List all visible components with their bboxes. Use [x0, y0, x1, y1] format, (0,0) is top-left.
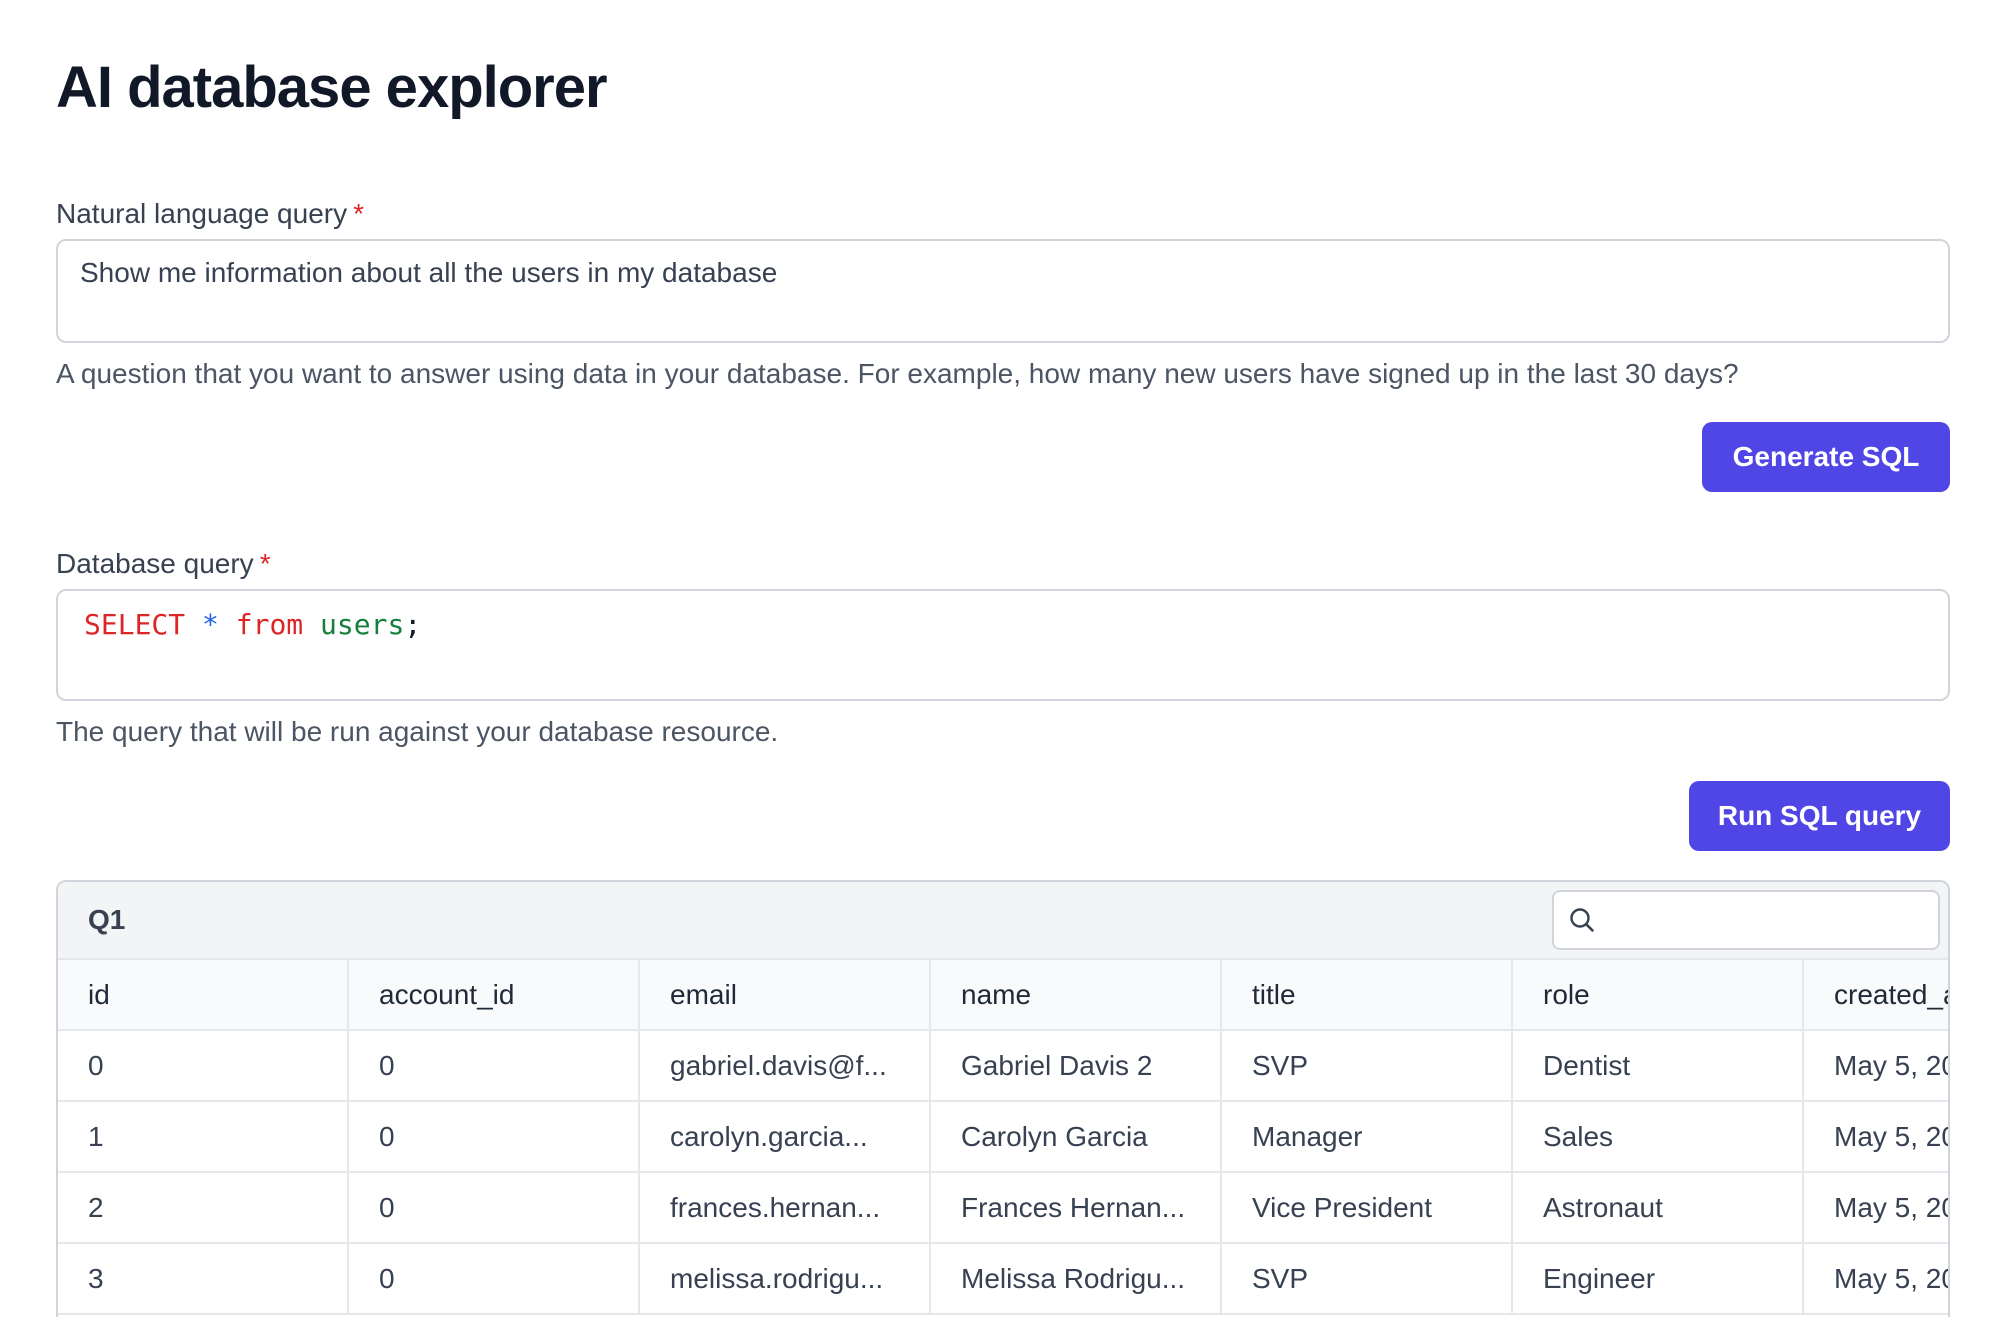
table-cell-title: SVP: [1222, 1031, 1513, 1100]
table-cell-role: Dentist: [1513, 1031, 1804, 1100]
results-panel: Q1 id account_id email name title role created…: [56, 880, 1950, 1317]
table-cell-created-a: May 5, 20: [1804, 1102, 1948, 1171]
results-table: id account_id email name title role created_a 0…: [58, 960, 1948, 1315]
table-cell-title: SVP: [1222, 1244, 1513, 1313]
generate-sql-button[interactable]: Generate SQL: [1702, 422, 1950, 492]
db-query-help: The query that will be run against your …: [56, 716, 779, 747]
sql-operator-star: *: [202, 608, 219, 641]
table-cell-created-a: May 5, 20: [1804, 1173, 1948, 1242]
table-cell-id: 1: [58, 1102, 349, 1171]
column-header-account-id[interactable]: account_id: [349, 960, 640, 1029]
table-cell-created-a: May 5, 20: [1804, 1031, 1948, 1100]
table-cell-id: 0: [58, 1031, 349, 1100]
table-cell-email: carolyn.garcia...: [640, 1102, 931, 1171]
nl-query-label: Natural language query *: [56, 196, 364, 232]
table-cell-name: Frances Hernan...: [931, 1173, 1222, 1242]
table-row[interactable]: 2 0 frances.hernan... Frances Hernan... Vice…: [58, 1173, 1948, 1244]
column-header-title[interactable]: title: [1222, 960, 1513, 1029]
table-cell-name: Melissa Rodrigu...: [931, 1244, 1222, 1313]
db-query-label: Database query *: [56, 546, 271, 582]
column-header-name[interactable]: name: [931, 960, 1222, 1029]
table-cell-account-id: 0: [349, 1173, 640, 1242]
nl-query-input[interactable]: Show me information about all the users …: [56, 239, 1950, 343]
column-header-created-a[interactable]: created_a: [1804, 960, 1948, 1029]
table-cell-account-id: 0: [349, 1102, 640, 1171]
column-header-id[interactable]: id: [58, 960, 349, 1029]
table-cell-email: gabriel.davis@f...: [640, 1031, 931, 1100]
table-cell-id: 3: [58, 1244, 349, 1313]
table-cell-id: 2: [58, 1173, 349, 1242]
search-icon: [1570, 908, 1594, 932]
page: AI database explorer Natural language qu…: [0, 0, 2000, 1317]
table-cell-created-a: May 5, 20: [1804, 1244, 1948, 1313]
table-cell-name: Carolyn Garcia: [931, 1102, 1222, 1171]
sql-table-name: users: [320, 608, 405, 641]
results-header: Q1: [58, 882, 1948, 960]
sql-keyword-select: SELECT: [84, 608, 186, 641]
table-cell-role: Engineer: [1513, 1244, 1804, 1313]
table-cell-role: Astronaut: [1513, 1173, 1804, 1242]
table-cell-role: Sales: [1513, 1102, 1804, 1171]
table-row[interactable]: 1 0 carolyn.garcia... Carolyn Garcia Manager…: [58, 1102, 1948, 1173]
table-cell-email: melissa.rodrigu...: [640, 1244, 931, 1313]
table-cell-title: Manager: [1222, 1102, 1513, 1171]
db-query-label-text: Database query: [56, 548, 254, 579]
results-search[interactable]: [1552, 890, 1940, 950]
results-title: Q1: [88, 904, 126, 935]
required-marker: *: [259, 548, 271, 579]
column-header-email[interactable]: email: [640, 960, 931, 1029]
table-cell-account-id: 0: [349, 1031, 640, 1100]
sql-keyword-from: from: [235, 608, 304, 641]
table-cell-account-id: 0: [349, 1244, 640, 1313]
table-cell-email: frances.hernan...: [640, 1173, 931, 1242]
nl-query-label-text: Natural language query: [56, 198, 348, 229]
table-cell-name: Gabriel Davis 2: [931, 1031, 1222, 1100]
table-row[interactable]: 3 0 melissa.rodrigu... Melissa Rodrigu... SV…: [58, 1244, 1948, 1315]
page-title: AI database explorer: [56, 55, 608, 120]
results-search-input[interactable]: [1606, 898, 1930, 944]
column-header-role[interactable]: role: [1513, 960, 1804, 1029]
sql-semicolon: ;: [404, 608, 422, 641]
table-header-row: id account_id email name title role created_a: [58, 960, 1948, 1031]
sql-editor[interactable]: SELECT * from users;: [56, 589, 1950, 701]
required-marker: *: [353, 198, 364, 229]
nl-query-help: A question that you want to answer using…: [56, 358, 1739, 389]
table-row[interactable]: 0 0 gabriel.davis@f... Gabriel Davis 2 SVP De…: [58, 1031, 1948, 1102]
run-sql-query-button[interactable]: Run SQL query: [1689, 781, 1950, 851]
table-cell-title: Vice President: [1222, 1173, 1513, 1242]
nl-query-value: Show me information about all the users …: [80, 257, 778, 288]
